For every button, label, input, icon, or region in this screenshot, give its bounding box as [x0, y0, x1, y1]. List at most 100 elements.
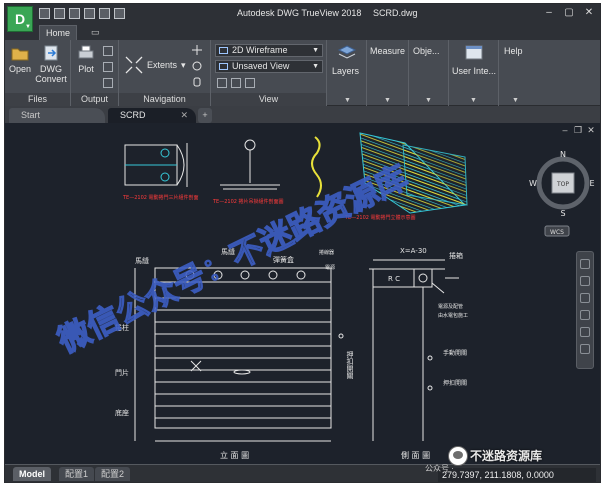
- restore-icon[interactable]: ❐: [573, 125, 583, 135]
- power-note-2: 由水電包施工: [438, 312, 468, 319]
- named-view-dropdown[interactable]: Unsaved View ▼: [215, 60, 323, 73]
- close-icon[interactable]: ✕: [180, 108, 188, 123]
- drawing-canvas[interactable]: TE—2102 電動捲門三片組件剖面 TE—2102 捲片吊掛組件剖面圖 TE—…: [5, 123, 600, 464]
- extents-button[interactable]: Extents: [147, 60, 177, 70]
- wechat-logo-icon: [448, 446, 468, 466]
- redo-icon[interactable]: [114, 8, 125, 19]
- tab-start[interactable]: Start: [9, 108, 105, 123]
- chevron-down-icon: ▼: [312, 47, 319, 54]
- tab-home[interactable]: Home: [39, 25, 78, 40]
- view-tool-icon-3[interactable]: [245, 78, 255, 88]
- window-icon: [465, 45, 483, 60]
- new-tab-button[interactable]: +: [198, 108, 212, 123]
- detail2-label: TE—2102 捲片吊掛組件剖面圖: [212, 198, 284, 205]
- showmotion-icon[interactable]: [580, 327, 590, 337]
- print-icon[interactable]: [84, 8, 95, 19]
- files-panel-title: Files: [5, 93, 70, 106]
- batch-plot-icon[interactable]: [103, 46, 113, 56]
- viewcube[interactable]: TOP N S E W WCS: [529, 150, 595, 237]
- title-bar: Autodesk DWG TrueView 2018 SCRD.dwg – ▢ …: [5, 4, 600, 24]
- measure-expand-icon[interactable]: ▼: [384, 97, 391, 104]
- zoom-extents-icon[interactable]: [124, 55, 144, 75]
- extents-dropdown-icon[interactable]: ▾: [181, 60, 186, 71]
- user-interface-button[interactable]: User Inte...: [452, 66, 496, 76]
- coordinate-readout: 279.7397, 211.1808, 0.0000: [438, 468, 596, 482]
- viewcube-top-face[interactable]: TOP: [556, 181, 569, 188]
- rc-label: R C: [388, 275, 400, 283]
- objects-button[interactable]: Obje...: [413, 46, 440, 56]
- viewcube-north: N: [560, 150, 566, 159]
- publish-icon[interactable]: [103, 78, 113, 88]
- open-icon[interactable]: [54, 8, 65, 19]
- zoom-icon[interactable]: [580, 293, 590, 303]
- power-note-1: 電源及配管: [438, 303, 463, 310]
- help-button[interactable]: Help: [504, 46, 523, 56]
- steering-wheel-icon[interactable]: [580, 259, 590, 269]
- side-view-title: 側 面 圖: [401, 450, 430, 460]
- undo-icon[interactable]: [99, 8, 110, 19]
- wire-box-label: 電源: [325, 264, 335, 271]
- watermark-diagonal: 微信公众号：不迷路资源库: [51, 158, 414, 361]
- pan-icon[interactable]: [580, 276, 590, 286]
- plot-button[interactable]: Plot: [75, 44, 97, 74]
- objects-expand-icon[interactable]: ▼: [425, 97, 432, 104]
- convert-icon: [44, 45, 58, 61]
- maximize-icon[interactable]: ▢: [560, 6, 578, 21]
- window-controls: – ▢ ✕: [540, 6, 598, 21]
- dwg-convert-button[interactable]: DWG Convert: [35, 44, 67, 84]
- ribbon: Open DWG Convert Files Plot Output Exten…: [5, 40, 600, 106]
- user-interface-expand-icon[interactable]: ▼: [470, 97, 477, 104]
- view-tool-icon-1[interactable]: [217, 78, 227, 88]
- save-icon[interactable]: [69, 8, 80, 19]
- hand-icon[interactable]: [191, 76, 203, 88]
- viewcube-east: E: [589, 179, 594, 188]
- push-switch-label: 押扣開關: [443, 379, 467, 387]
- layout-tab-1[interactable]: 配置1: [59, 467, 95, 481]
- juanxiang-label: 捲箱: [449, 251, 463, 260]
- orbit-icon[interactable]: [580, 310, 590, 320]
- document-tab-bar: Start SCRD ✕ +: [5, 107, 600, 123]
- layout-tab-2[interactable]: 配置2: [95, 467, 131, 481]
- navigation-panel-title: Navigation: [119, 93, 210, 106]
- pan-icon[interactable]: [191, 44, 203, 56]
- dizuo-label: 底座: [115, 408, 129, 417]
- wcs-menu[interactable]: WCS: [550, 229, 564, 236]
- layers-panel: Layers ▼: [327, 40, 367, 106]
- dimension-top-label: X=A-30: [400, 247, 427, 255]
- close-icon[interactable]: ✕: [586, 125, 596, 135]
- open-button[interactable]: Open: [9, 44, 31, 74]
- help-panel: Help ▼: [499, 40, 533, 106]
- manual-switch-label: 手動開關: [443, 349, 467, 357]
- view-panel: 2D Wireframe ▼ Unsaved View ▼ View: [211, 40, 327, 106]
- application-menu-button[interactable]: D ▼: [7, 6, 33, 32]
- preview-icon[interactable]: [103, 62, 113, 72]
- menpian-label: 門片: [115, 368, 129, 377]
- layers-expand-icon[interactable]: ▼: [344, 97, 351, 104]
- watermark-corner-text: 不迷路资源库: [470, 449, 543, 463]
- minimize-icon[interactable]: –: [560, 125, 570, 135]
- layout-tab-model[interactable]: Model: [13, 467, 51, 481]
- printer-icon: [78, 45, 94, 59]
- measure-button[interactable]: Measure: [370, 46, 405, 56]
- folder-icon: [11, 48, 29, 61]
- status-bar: Model 配置1 配置2 279.7397, 211.1808, 0.0000: [5, 464, 600, 482]
- orbit-icon[interactable]: [191, 60, 203, 72]
- close-icon[interactable]: ✕: [580, 6, 598, 21]
- viewcube-west: W: [529, 179, 537, 188]
- files-panel: Open DWG Convert Files: [5, 40, 71, 106]
- front-view-title: 立 面 圖: [220, 450, 249, 460]
- user-interface-panel: User Inte... ▼: [449, 40, 499, 106]
- new-icon[interactable]: [39, 8, 50, 19]
- navigation-panel: Extents ▾ Navigation: [119, 40, 211, 106]
- minimize-icon[interactable]: –: [540, 6, 558, 21]
- layers-button[interactable]: Layers: [332, 66, 359, 76]
- navbar-expand-icon[interactable]: [580, 344, 590, 354]
- viewcube-south: S: [560, 209, 565, 218]
- help-expand-icon[interactable]: ▼: [512, 97, 519, 104]
- tab-overflow-icon[interactable]: ▭ ▾: [85, 25, 107, 52]
- view-tool-icon-2[interactable]: [231, 78, 241, 88]
- ribbon-tab-bar: Home ▭ ▾: [5, 24, 600, 52]
- cad-drawing: TE—2102 電動捲門三片組件剖面 TE—2102 捲片吊掛組件剖面圖 TE—…: [50, 132, 595, 460]
- visual-style-dropdown[interactable]: 2D Wireframe ▼: [215, 44, 323, 57]
- tab-scrd[interactable]: SCRD ✕: [108, 108, 196, 123]
